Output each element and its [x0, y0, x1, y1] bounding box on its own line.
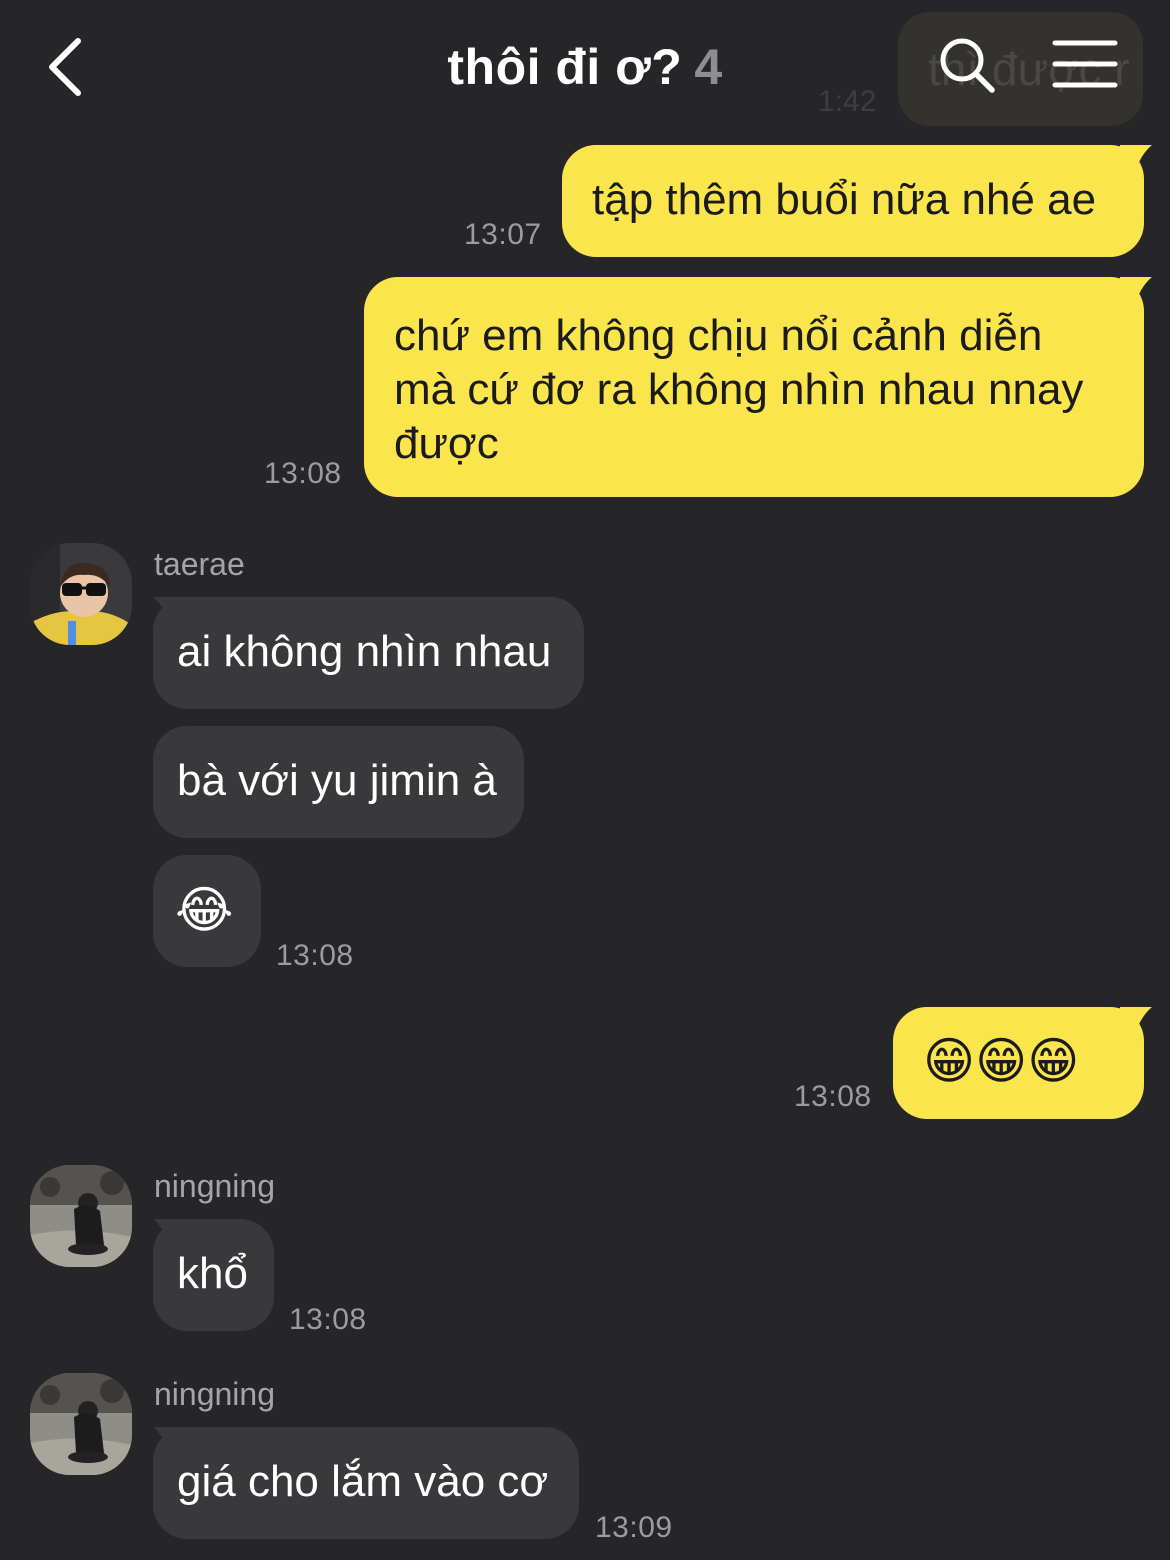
message-timestamp: 13:08 — [264, 457, 342, 490]
bubble-tail — [153, 1219, 185, 1249]
message-text: khổ — [177, 1249, 248, 1298]
their-message-bubble[interactable]: giá cho lắm vào cơ — [153, 1427, 579, 1539]
message-line: chứ em không chịu nổi cảnh diễn — [394, 311, 1043, 360]
bubble-tail — [1120, 145, 1152, 175]
message-text: tập thêm buổi nữa nhé ae — [592, 175, 1097, 224]
avatar-image — [30, 1165, 132, 1267]
my-message-bubble[interactable]: 😁😁😁 — [893, 1007, 1144, 1119]
message-line: mà cứ đơ ra không nhìn nhau nnay — [394, 365, 1084, 414]
bubble-tail — [1120, 1007, 1152, 1037]
avatar-image — [30, 543, 132, 645]
their-message-bubble[interactable]: bà với yu jimin à — [153, 726, 524, 838]
bubble-tail — [153, 1427, 185, 1457]
sender-name: taerae — [154, 546, 245, 582]
avatar-taerae[interactable] — [30, 543, 132, 645]
message-text: bà với yu jimin à — [177, 756, 497, 805]
message-timestamp: 13:08 — [794, 1080, 872, 1113]
their-message-bubble[interactable]: ai không nhìn nhau — [153, 597, 584, 709]
grinning-emoji: 😁😁😁 — [923, 1033, 1080, 1089]
message-timestamp: 13:09 — [595, 1511, 673, 1544]
laughing-tears-emoji: 😂 — [175, 882, 234, 938]
message-text: giá cho lắm vào cơ — [177, 1457, 549, 1506]
my-message-bubble[interactable]: chứ em không chịu nổi cảnh diễn mà cứ đơ… — [364, 277, 1144, 497]
search-icon[interactable] — [938, 36, 996, 94]
message-text: ai không nhìn nhau — [177, 627, 552, 676]
sender-name: ningning — [154, 1376, 275, 1412]
avatar-image — [30, 1373, 132, 1475]
hamburger-menu-icon[interactable] — [1052, 38, 1118, 90]
message-timestamp: 13:07 — [464, 218, 542, 251]
message-timestamp: 13:08 — [276, 939, 354, 972]
bubble-tail — [153, 597, 185, 627]
their-message-bubble[interactable]: 😂 — [153, 855, 261, 967]
sender-name: ningning — [154, 1168, 275, 1204]
chat-header: 1:42 thôi đi ơ? 4 thì được r — [0, 0, 1170, 135]
chat-title-text: thôi đi ơ? — [447, 39, 683, 95]
member-count: 4 — [694, 39, 723, 95]
bubble-tail — [1120, 277, 1152, 307]
message-line: được — [394, 419, 499, 468]
my-message-bubble[interactable]: tập thêm buổi nữa nhé ae — [562, 145, 1144, 257]
message-timestamp: 13:08 — [289, 1303, 367, 1336]
avatar-ningning[interactable] — [30, 1373, 132, 1475]
avatar-ningning[interactable] — [30, 1165, 132, 1267]
